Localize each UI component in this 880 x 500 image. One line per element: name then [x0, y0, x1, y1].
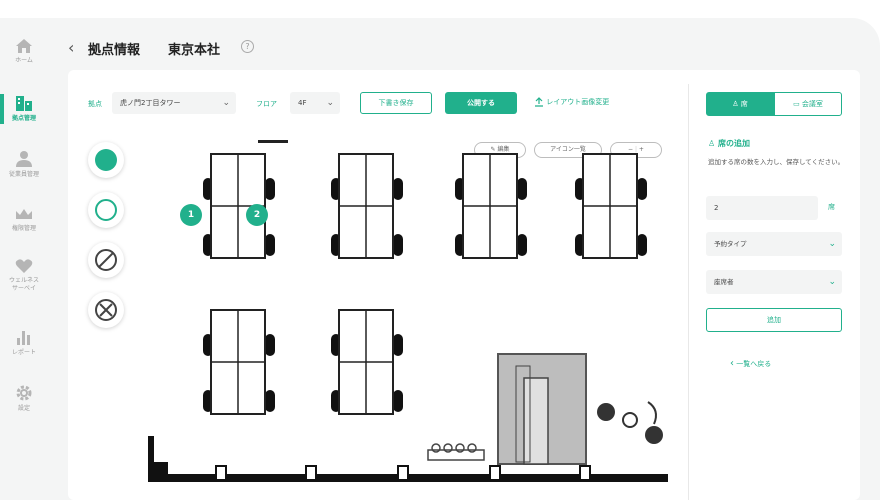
home-icon — [16, 39, 32, 53]
desk-cluster[interactable] — [575, 153, 647, 259]
left-navigation: ホーム 拠点管理 従業員管理 権限管理 ウェルネス サーベイ レポート 設定 — [0, 18, 48, 500]
back-to-list-label: 一覧へ戻る — [736, 360, 772, 368]
seat-person-icon: ♙ — [708, 139, 716, 148]
nav-reports-label: レポート — [11, 349, 36, 356]
publish-button[interactable]: 公開する — [445, 92, 517, 114]
nav-home[interactable]: ホーム — [0, 38, 48, 65]
lounge-chair — [645, 426, 663, 444]
tab-seat[interactable]: ♙ 席 — [706, 92, 774, 116]
desk-cluster[interactable] — [331, 309, 403, 415]
heart-icon — [15, 259, 33, 273]
left-wall-fragment — [148, 436, 154, 466]
gear-icon — [16, 385, 32, 401]
chair — [393, 390, 403, 412]
chair — [393, 334, 403, 356]
add-seat-button[interactable]: 追加 — [706, 308, 842, 332]
floor-select-value: 4F — [298, 99, 307, 107]
tab-meeting-room[interactable]: ▭ 会議室 — [774, 92, 842, 116]
meeting-table — [523, 377, 549, 465]
tool-empty-seat[interactable] — [88, 192, 124, 228]
location-select-value: 虎ノ門2丁目タワー — [120, 99, 181, 107]
chair — [393, 178, 403, 200]
page-header: ‹ 拠点情報 東京本社 ? — [48, 18, 880, 70]
save-draft-button[interactable]: 下書き保存 — [360, 92, 432, 114]
reservation-type-value: 予約タイプ — [714, 240, 747, 248]
nav-home-label: ホーム — [15, 57, 33, 64]
floor-label: フロア — [256, 100, 277, 108]
desk-cluster[interactable] — [331, 153, 403, 259]
chair — [637, 178, 647, 200]
help-icon[interactable]: ? — [241, 40, 254, 53]
chevron-left-icon: ‹ — [730, 358, 734, 369]
main-card: 拠点 虎ノ門2丁目タワー ⌄ フロア 4F ⌄ 下書き保存 公開する レイアウト… — [68, 70, 860, 500]
nav-wellness-label: ウェルネス サーベイ — [8, 277, 39, 292]
seat-person-icon: ♙ — [732, 100, 739, 108]
panel-divider — [688, 84, 689, 500]
circle-x-icon — [95, 299, 117, 321]
location-label: 拠点 — [88, 100, 102, 108]
floor-plan-canvas[interactable] — [148, 140, 668, 500]
tool-disabled-seat[interactable] — [88, 242, 124, 278]
upload-layout-link[interactable]: レイアウト画像変更 — [534, 97, 609, 107]
bar-chart-icon — [17, 331, 30, 345]
add-seat-title-text: 席の追加 — [717, 139, 750, 148]
building-icon — [16, 96, 32, 111]
upload-icon — [535, 97, 543, 107]
nav-wellness[interactable]: ウェルネス サーベイ — [0, 258, 48, 293]
tool-delete-seat[interactable] — [88, 292, 124, 328]
outline-circle-icon — [95, 199, 117, 221]
add-seat-title: ♙ 席の追加 — [708, 138, 750, 149]
seat-count-input[interactable]: 2 — [706, 196, 818, 220]
chevron-down-icon: ⌄ — [828, 239, 836, 249]
chair — [393, 234, 403, 256]
floor-select[interactable]: 4F ⌄ — [290, 92, 340, 114]
nav-employees-label: 従業員管理 — [8, 171, 39, 178]
reservation-type-select[interactable]: 予約タイプ ⌄ — [706, 232, 842, 256]
upload-layout-label: レイアウト画像変更 — [546, 98, 610, 106]
nav-locations[interactable]: 拠点管理 — [0, 94, 48, 123]
nav-permissions[interactable]: 権限管理 — [0, 206, 48, 233]
page-title: 拠点情報 — [88, 43, 141, 58]
nav-locations-label: 拠点管理 — [11, 115, 36, 122]
tool-filled-seat[interactable] — [88, 142, 124, 178]
nav-reports[interactable]: レポート — [0, 328, 48, 357]
desk-cluster[interactable] — [455, 153, 527, 259]
desk-cluster[interactable] — [203, 309, 275, 415]
filled-circle-icon — [95, 149, 117, 171]
lounge-curve — [647, 401, 657, 425]
tab-meeting-room-label: 会議室 — [801, 100, 823, 108]
back-chevron-icon[interactable]: ‹ — [68, 38, 74, 57]
chair — [517, 234, 527, 256]
page-subtitle: 東京本社 — [168, 43, 221, 58]
meeting-room-icon: ▭ — [793, 100, 800, 108]
seat-count-unit: 席 — [828, 203, 835, 211]
seat-badge-1[interactable]: 1 — [180, 204, 202, 226]
chair — [265, 234, 275, 256]
chair — [265, 390, 275, 412]
lounge-table — [622, 412, 638, 428]
back-to-list-link[interactable]: ‹ 一覧へ戻る — [730, 358, 771, 369]
add-seat-description: 追加する席の数を入力し、保存してください。 — [708, 158, 845, 166]
crown-icon — [16, 209, 32, 219]
chair — [265, 334, 275, 356]
prohibited-icon — [95, 249, 117, 271]
chair — [637, 234, 647, 256]
chevron-down-icon: ⌄ — [326, 98, 334, 108]
nav-employees[interactable]: 従業員管理 — [0, 150, 48, 179]
assignee-select[interactable]: 座席者 ⌄ — [706, 270, 842, 294]
chevron-down-icon: ⌄ — [828, 277, 836, 287]
chevron-down-icon: ⌄ — [222, 98, 230, 108]
location-select[interactable]: 虎ノ門2丁目タワー ⌄ — [112, 92, 236, 114]
nav-permissions-label: 権限管理 — [11, 225, 36, 232]
seat-badge-2[interactable]: 2 — [246, 204, 268, 226]
chair — [517, 178, 527, 200]
lounge-chair — [597, 403, 615, 421]
tab-seat-label: 席 — [740, 100, 748, 108]
nav-settings-label: 設定 — [17, 405, 30, 412]
assignee-value: 座席者 — [714, 278, 734, 286]
person-icon — [16, 151, 32, 167]
nav-settings[interactable]: 設定 — [0, 384, 48, 413]
chair — [265, 178, 275, 200]
